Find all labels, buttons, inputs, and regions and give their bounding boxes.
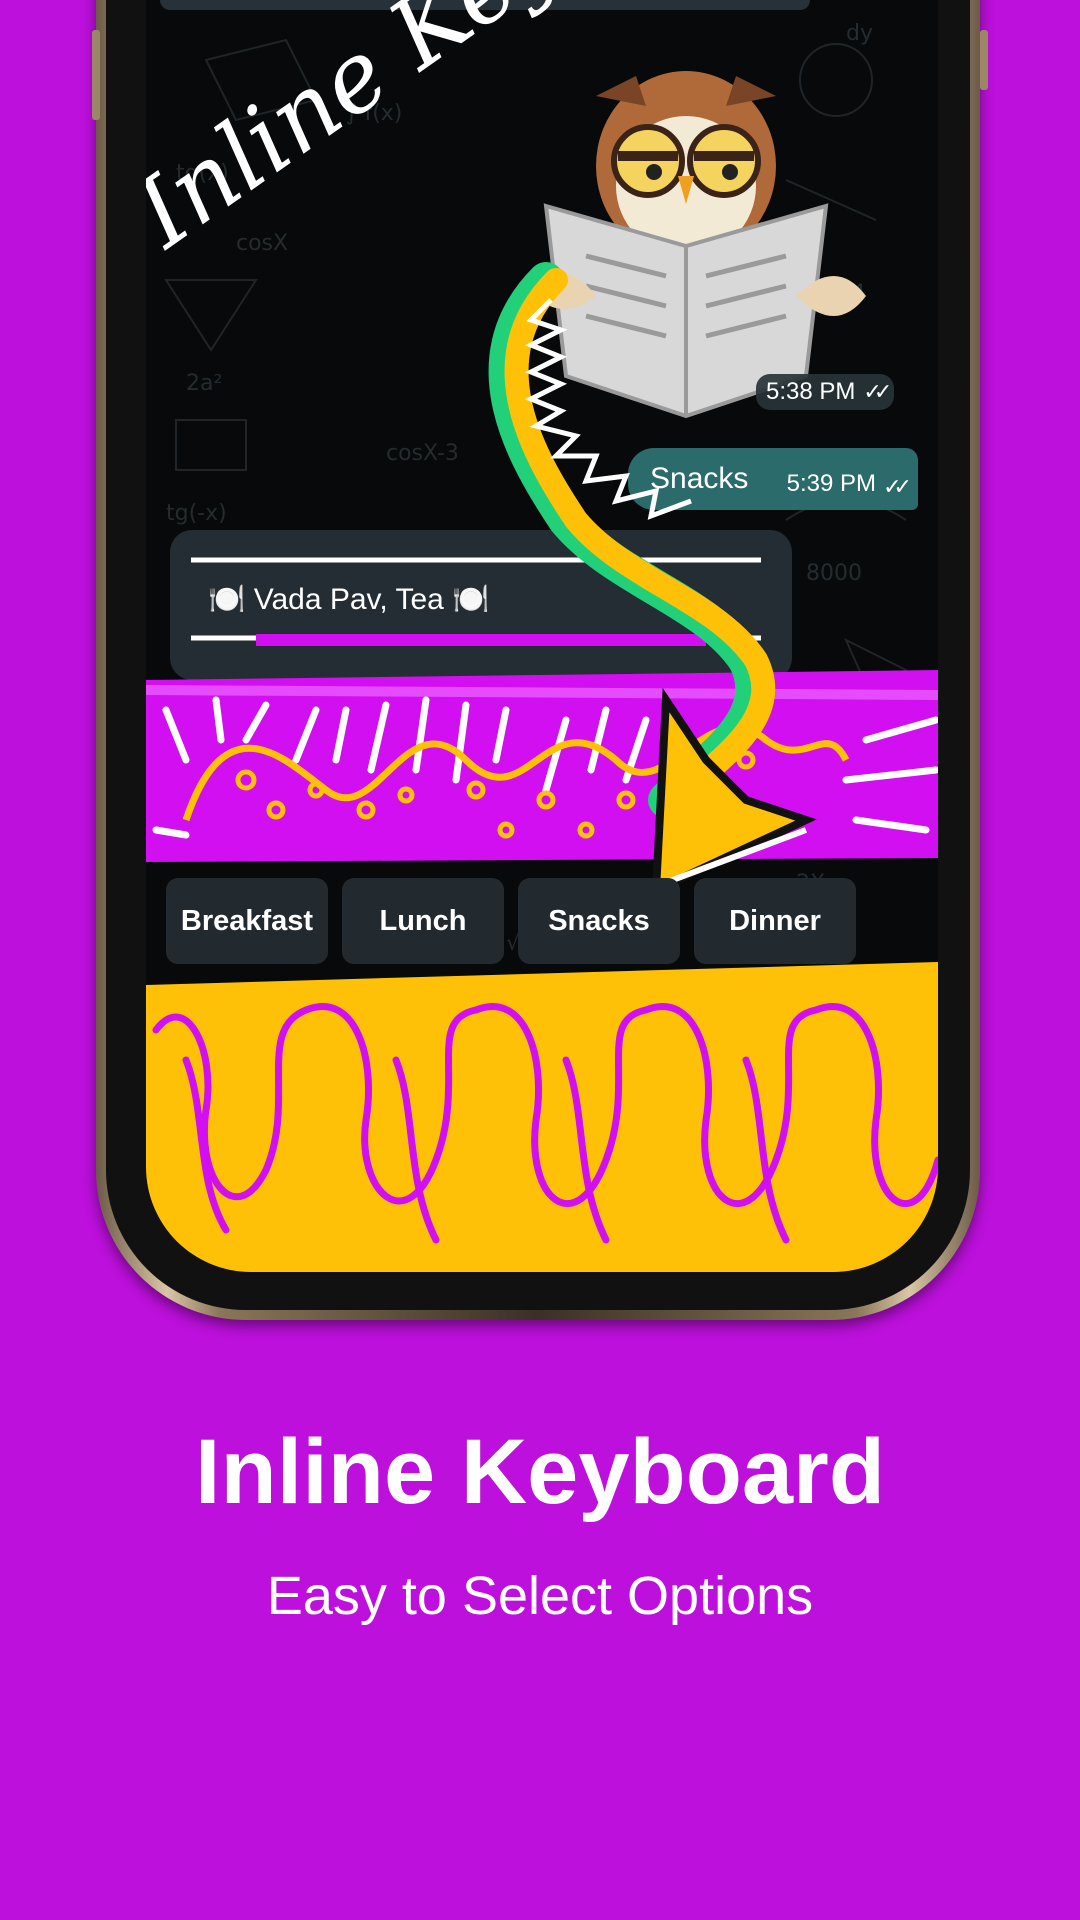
svg-text:cosX: cosX: [236, 231, 288, 256]
inline-button-lunch[interactable]: Lunch: [342, 878, 504, 964]
inline-button-dinner[interactable]: Dinner: [694, 878, 856, 964]
outgoing-message-time: 5:39 PM: [786, 470, 876, 497]
sticker-timestamp: 5:38 PM ✓✓: [756, 374, 895, 410]
feature-title: Inline Keyboard: [194, 1421, 886, 1523]
phone-screen: tg(x) cosX 2a² cosX-3 tg(-x) 2x+4 8000 2…: [146, 0, 938, 1272]
inline-button-breakfast[interactable]: Breakfast: [166, 878, 328, 964]
inline-keyboard: Breakfast Lunch Snacks Dinner: [166, 878, 926, 966]
inline-button-snacks[interactable]: Snacks: [518, 878, 680, 964]
outgoing-message-text: Snacks: [650, 462, 749, 495]
double-check-icon: ✓✓: [863, 379, 892, 404]
outgoing-message-bubble[interactable]: Snacks 5:39 PM ✓✓: [628, 448, 918, 510]
incoming-message-bubble[interactable]: 🍽️ Vada Pav, Tea 🍽️: [170, 530, 792, 680]
svg-text:∫ f(x): ∫ f(x): [346, 101, 402, 126]
incoming-message-text: 🍽️ Vada Pav, Tea 🍽️: [208, 583, 490, 616]
owl-newspaper-sticker[interactable]: [526, 56, 866, 426]
feature-subtitle: Easy to Select Options: [266, 1566, 814, 1626]
double-check-icon: ✓✓: [883, 474, 912, 499]
top-message-bubble: [160, 0, 810, 10]
sticker-time: 5:38 PM: [766, 378, 856, 405]
svg-text:tg(x): tg(x): [176, 161, 229, 186]
svg-text:8000: 8000: [806, 561, 862, 586]
svg-text:tg(-x): tg(-x): [166, 501, 227, 526]
svg-text:cosX-3: cosX-3: [386, 441, 459, 466]
side-button: [92, 30, 100, 120]
side-button: [980, 30, 988, 90]
svg-text:2a²: 2a²: [186, 371, 222, 396]
svg-text:dy: dy: [846, 21, 873, 46]
